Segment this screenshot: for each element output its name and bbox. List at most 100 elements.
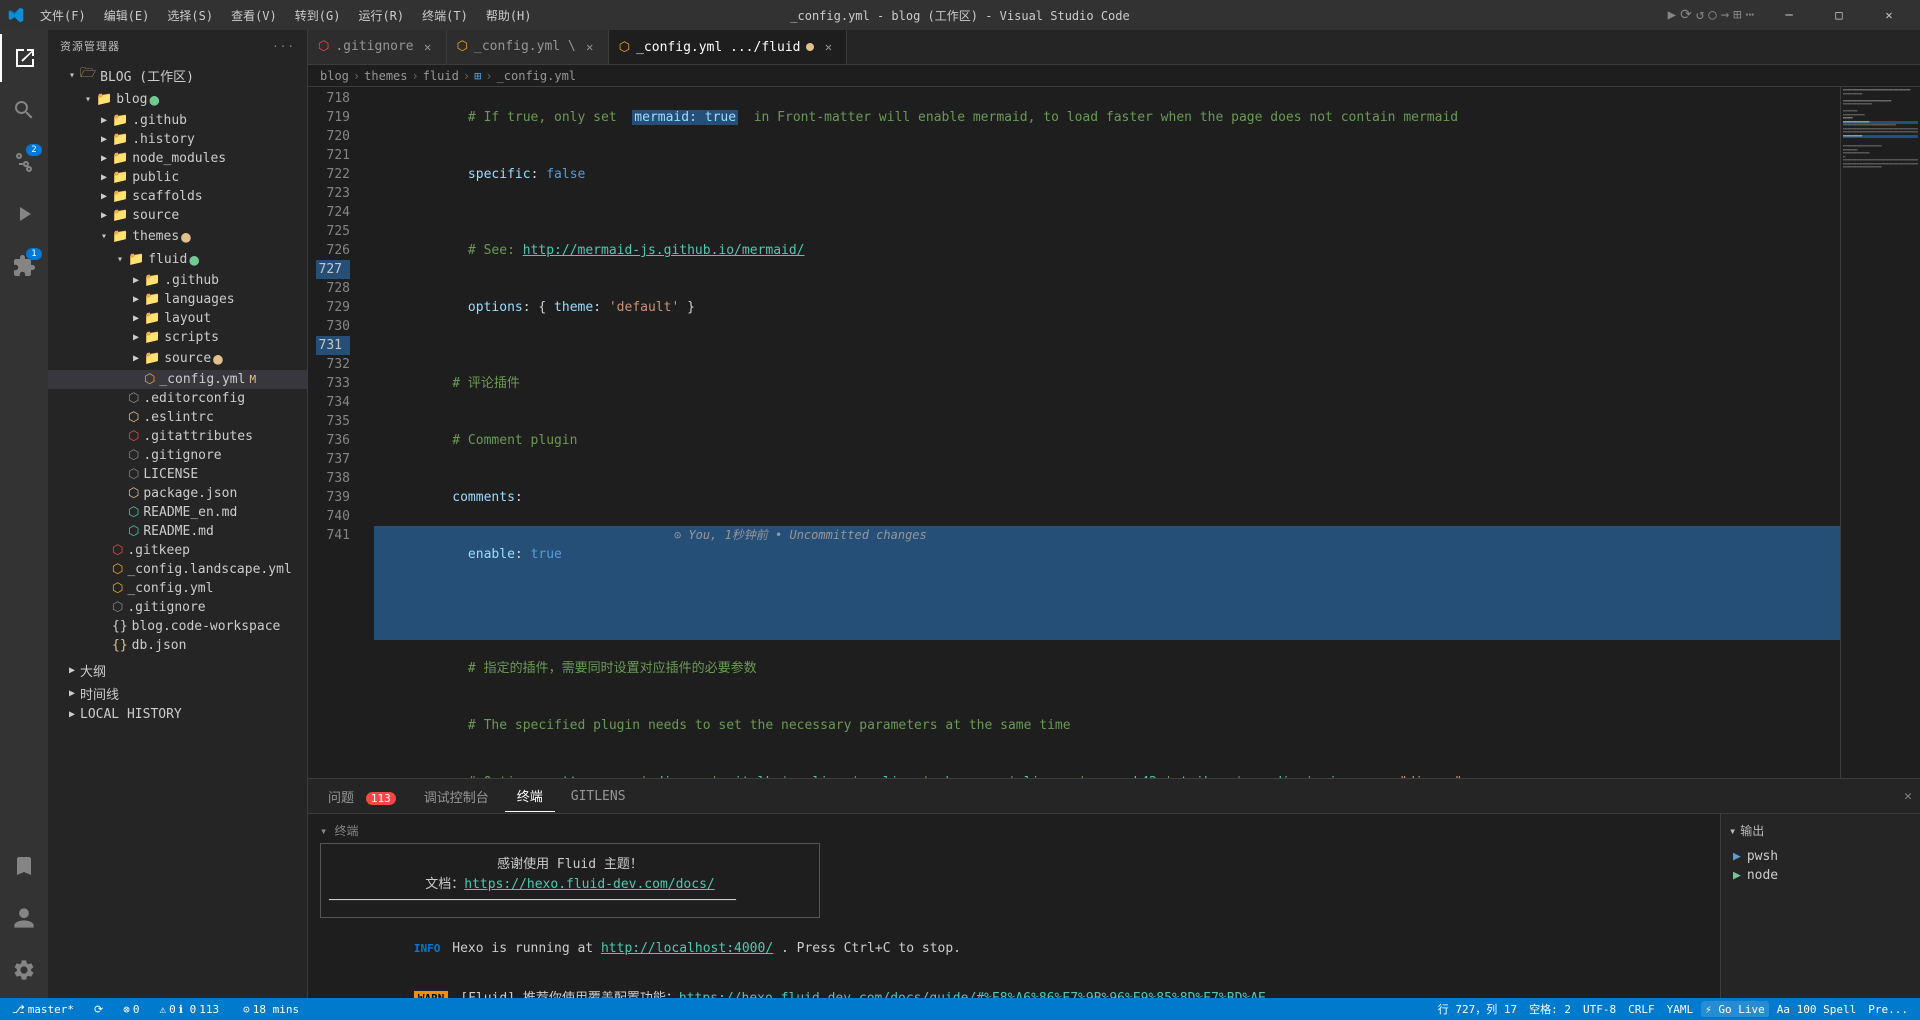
timeline-section[interactable]: ▶ 时间线	[48, 682, 307, 705]
sidebar-item-license[interactable]: ⬡ LICENSE	[48, 465, 307, 484]
sidebar-item-languages[interactable]: ▶ 📁 languages	[48, 290, 307, 309]
menu-select[interactable]: 选择(S)	[159, 3, 221, 28]
sidebar-item-eslintrc[interactable]: ⬡ .eslintrc	[48, 408, 307, 427]
folder-label: .github	[164, 273, 219, 288]
sidebar-item-package-json[interactable]: ⬡ package.json	[48, 484, 307, 503]
status-spell[interactable]: Aa 100 Spell	[1773, 1001, 1860, 1017]
sidebar-item-fluid[interactable]: ▾ 📁 fluid ●	[48, 248, 307, 271]
sidebar-item-source1[interactable]: ▶ 📁 source	[48, 206, 307, 225]
minimize-button[interactable]: ─	[1766, 0, 1812, 30]
close-button[interactable]: ✕	[1866, 0, 1912, 30]
menu-run[interactable]: 运行(R)	[350, 3, 412, 28]
breadcrumb-blog[interactable]: blog	[320, 69, 349, 83]
breadcrumb-fluid[interactable]: fluid	[423, 69, 459, 83]
sidebar-item-layout[interactable]: ▶ 📁 layout	[48, 309, 307, 328]
status-go-live[interactable]: ⚡ Go Live	[1701, 1001, 1769, 1017]
terminal-content[interactable]: ▾ 终端 感谢使用 Fluid 主题！ 文档：https://hexo.flui…	[308, 814, 1720, 998]
tab-gitignore[interactable]: ⬡ .gitignore ✕	[308, 30, 447, 64]
sidebar-item-themes[interactable]: ▾ 📁 themes ●	[48, 225, 307, 248]
branch-name: master*	[28, 1003, 74, 1016]
tab-close-button[interactable]: ✕	[582, 39, 598, 55]
sidebar-item-config-landscape[interactable]: ⬡ _config.landscape.yml	[48, 560, 307, 579]
sidebar-item-db-json[interactable]: {} db.json	[48, 636, 307, 655]
status-remote[interactable]: Pre...	[1864, 1001, 1912, 1017]
folder-icon: 📁	[144, 273, 160, 288]
status-errors[interactable]: ⊗ 0	[119, 1003, 143, 1016]
sidebar-item-gitignore[interactable]: ⬡ .gitignore	[48, 446, 307, 465]
outline-section[interactable]: ▶ 大纲	[48, 659, 307, 682]
folder-icon: 📁	[112, 229, 128, 244]
sidebar-item-editorconfig[interactable]: ⬡ .editorconfig	[48, 389, 307, 408]
menu-goto[interactable]: 转到(G)	[287, 3, 349, 28]
status-language[interactable]: YAML	[1663, 1001, 1698, 1017]
panel-tab-terminal[interactable]: 终端	[505, 780, 555, 812]
tab-close-button[interactable]: ✕	[420, 39, 436, 55]
sidebar-item-readme-en[interactable]: ⬡ README_en.md	[48, 503, 307, 522]
menu-help[interactable]: 帮助(H)	[478, 3, 540, 28]
sidebar-item-gitkeep[interactable]: ⬡ .gitkeep	[48, 541, 307, 560]
panel-tab-problems[interactable]: 问题 113	[316, 781, 408, 812]
search-icon[interactable]	[0, 86, 48, 134]
panel-controls: ✕	[1904, 789, 1912, 804]
sidebar-item-blog[interactable]: ▾ 📁 blog ●	[48, 88, 307, 111]
panel-close-button[interactable]: ✕	[1904, 789, 1912, 804]
breadcrumb-icon[interactable]: ⊞	[474, 69, 481, 83]
chevron-right-icon: ▶	[96, 210, 112, 221]
sidebar-item-config-active[interactable]: ⬡ _config.yml M	[48, 370, 307, 389]
code-content[interactable]: # If true, only set mermaid: true in Fro…	[358, 87, 1840, 778]
status-branch[interactable]: ⎇ master*	[8, 1003, 78, 1016]
output-item-node[interactable]: ▶ node	[1729, 866, 1912, 885]
status-sync[interactable]: ⟳	[90, 1003, 107, 1016]
folder-label: blog	[116, 92, 147, 107]
file-icon: ⬡	[112, 581, 123, 596]
sidebar-item-github2[interactable]: ▶ 📁 .github	[48, 271, 307, 290]
sidebar-item-node-modules[interactable]: ▶ 📁 node_modules	[48, 149, 307, 168]
status-spaces[interactable]: 空格: 2	[1525, 1001, 1575, 1017]
account-icon[interactable]	[0, 894, 48, 942]
git-badge: ●	[189, 250, 199, 269]
bookmarks-icon[interactable]	[0, 842, 48, 890]
breadcrumb-sep: ›	[463, 69, 470, 83]
sidebar-item-github1[interactable]: ▶ 📁 .github	[48, 111, 307, 130]
breadcrumb-file[interactable]: _config.yml	[497, 69, 576, 83]
sidebar-item-workspace[interactable]: {} blog.code-workspace	[48, 617, 307, 636]
local-history-section[interactable]: ▶ LOCAL HISTORY	[48, 705, 307, 724]
sidebar-item-history[interactable]: ▶ 📁 .history	[48, 130, 307, 149]
status-warnings[interactable]: ⚠ 0 ℹ 0 113	[156, 1003, 224, 1016]
sidebar-item-scripts[interactable]: ▶ 📁 scripts	[48, 328, 307, 347]
sidebar-item-config2[interactable]: ⬡ _config.yml	[48, 579, 307, 598]
output-item-pwsh[interactable]: ▶ pwsh	[1729, 847, 1912, 866]
panel-tab-gitlens[interactable]: GITLENS	[559, 783, 638, 810]
menu-edit[interactable]: 编辑(E)	[96, 3, 158, 28]
breadcrumb-themes[interactable]: themes	[364, 69, 407, 83]
folder-icon: 📁	[112, 151, 128, 166]
settings-icon[interactable]	[0, 946, 48, 994]
sidebar-item-scaffolds[interactable]: ▶ 📁 scaffolds	[48, 187, 307, 206]
panel-tab-debug[interactable]: 调试控制台	[412, 781, 501, 812]
menu-terminal[interactable]: 终端(T)	[414, 3, 476, 28]
tab-config1[interactable]: ⬡ _config.yml \ ✕	[447, 30, 609, 64]
sidebar-item-gitignore2[interactable]: ⬡ .gitignore	[48, 598, 307, 617]
explorer-icon[interactable]	[0, 34, 48, 82]
chevron-right-icon: ▶	[128, 275, 144, 286]
status-encoding[interactable]: UTF-8	[1579, 1001, 1620, 1017]
sidebar-item-public[interactable]: ▶ 📁 public	[48, 168, 307, 187]
sidebar-more-icon[interactable]: ···	[272, 40, 295, 53]
run-debug-icon[interactable]	[0, 190, 48, 238]
menu-view[interactable]: 查看(V)	[223, 3, 285, 28]
status-cursor[interactable]: 行 727，列 17	[1434, 1001, 1521, 1017]
source-control-icon[interactable]: 2	[0, 138, 48, 186]
file-label: README_en.md	[143, 505, 237, 520]
tab-close-button[interactable]: ✕	[820, 39, 836, 55]
tree-root[interactable]: ▾ 🗁 BLOG (工作区)	[48, 62, 307, 88]
sidebar-item-gitattributes[interactable]: ⬡ .gitattributes	[48, 427, 307, 446]
extensions-icon[interactable]: 1	[0, 242, 48, 290]
maximize-button[interactable]: □	[1816, 0, 1862, 30]
sidebar-item-source2[interactable]: ▶ 📁 source ●	[48, 347, 307, 370]
folder-label: source	[132, 208, 179, 223]
status-line-ending[interactable]: CRLF	[1624, 1001, 1659, 1017]
tab-config-fluid[interactable]: ⬡ _config.yml .../fluid ✕	[609, 30, 848, 64]
root-folder-icon: 🗁	[80, 64, 96, 86]
menu-file[interactable]: 文件(F)	[32, 3, 94, 28]
sidebar-item-readme[interactable]: ⬡ README.md	[48, 522, 307, 541]
